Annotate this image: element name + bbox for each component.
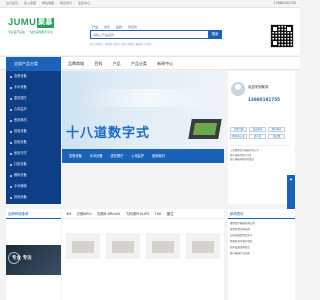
brand-tab[interactable]: 贝朗ARO bbox=[77, 212, 92, 216]
product-card[interactable] bbox=[146, 233, 180, 259]
notice-item[interactable]: 医疗器械网络销售备案 bbox=[230, 158, 290, 163]
section-title: 品牌商城推荐 bbox=[6, 209, 61, 219]
category-item[interactable]: 检验设备 bbox=[6, 126, 61, 137]
banner-headline: 十八道数字式 bbox=[66, 125, 151, 140]
quick-link[interactable]: 心电监护 bbox=[131, 154, 144, 158]
login-button[interactable]: 会员登录 bbox=[249, 127, 266, 132]
news-item[interactable]: 医疗器械行业动态 bbox=[230, 251, 293, 257]
brand-showcase: 3M 贝朗ARO 贝朗B.BRAUN 飞利浦PHILIPS TSK 捷生 bbox=[62, 209, 224, 300]
search-box: 搜索 bbox=[90, 30, 222, 39]
page: 设为首页 加入收藏 网站地图 联系我们 会员中心 13980191755 JUM… bbox=[0, 0, 300, 300]
find-brand-button[interactable]: 找品牌 bbox=[268, 134, 285, 139]
user-action-buttons: 立即注册 会员登录 发布询价 供应商入驻 找产品 找品牌 bbox=[230, 127, 290, 139]
category-item[interactable]: 医用耗材 bbox=[6, 115, 61, 126]
divider bbox=[230, 145, 290, 146]
supplier-join-button[interactable]: 供应商入驻 bbox=[230, 134, 247, 139]
brand-tab[interactable]: 捷生 bbox=[167, 212, 174, 216]
category-item[interactable]: 康复理疗 bbox=[6, 93, 61, 104]
category-item[interactable]: 口腔设备 bbox=[6, 159, 61, 170]
brand-tab[interactable]: 3M bbox=[66, 212, 71, 216]
product-card[interactable] bbox=[186, 233, 220, 259]
search-tab[interactable]: 供应商 bbox=[126, 24, 139, 29]
top-link[interactable]: 设为首页 bbox=[6, 1, 18, 5]
category-menu: 急救设备 手术设备 康复理疗 心电监护 医用耗材 检验设备 影像设备 医用光学 … bbox=[6, 71, 61, 204]
top-link[interactable]: 网站地图 bbox=[42, 1, 54, 5]
inquiry-button[interactable]: 发布询价 bbox=[268, 127, 285, 132]
brand-recommend-panel: 品牌商城推荐 专业 专注 bbox=[6, 209, 61, 300]
nav-item[interactable]: 产品分类 bbox=[131, 61, 147, 66]
welcome-text: 欢迎来到聚慕 bbox=[248, 85, 269, 89]
news-panel: 新闻资讯 聚慕医疗器械有限公司 医用耗材采购指南 如何选择医用监护仪 呼吸机日常… bbox=[228, 209, 295, 300]
header: JUMU聚慕 专业医疗设备 · 一站式采购服务平台 产品 资讯 品牌 供应商 搜… bbox=[0, 8, 300, 55]
hero-banner[interactable]: 十八道数字式 bbox=[62, 71, 224, 149]
user-actions: 立即注册 会员登录 发布询价 供应商入驻 找产品 找品牌 上海聚慕医疗器械有限公… bbox=[230, 127, 290, 163]
search-tab[interactable]: 产品 bbox=[90, 24, 100, 29]
search-tabs: 产品 资讯 品牌 供应商 bbox=[90, 24, 140, 29]
avatar bbox=[231, 82, 245, 96]
nav-items: 品牌商城 百科 产品 产品分类 新闻中心 bbox=[68, 57, 182, 71]
category-item[interactable]: 急救设备 bbox=[6, 71, 61, 82]
category-item[interactable]: 手术设备 bbox=[6, 82, 61, 93]
news-title: 新闻资讯 bbox=[228, 209, 295, 219]
brand-tabs: 3M 贝朗ARO 贝朗B.BRAUN 飞利浦PHILIPS TSK 捷生 bbox=[62, 209, 224, 219]
nav-item[interactable]: 百科 bbox=[94, 61, 102, 66]
quick-link[interactable]: 医用耗材 bbox=[152, 154, 165, 158]
quick-link[interactable]: 手术设备 bbox=[90, 154, 103, 158]
logo-tagline: 专业医疗设备 · 一站式采购服务平台 bbox=[8, 30, 53, 34]
search-button[interactable]: 搜索 bbox=[208, 30, 222, 39]
main-nav: 全部产品分类 品牌商城 百科 产品 产品分类 新闻中心 bbox=[0, 56, 300, 71]
category-item[interactable]: 手术器械 bbox=[6, 181, 61, 192]
category-item[interactable]: 眼科设备 bbox=[6, 170, 61, 181]
logo-badge: 聚慕 bbox=[37, 18, 54, 28]
nav-item[interactable]: 新闻中心 bbox=[157, 61, 173, 66]
logo[interactable]: JUMU 聚慕 专业医疗设备 · 一站式采购服务平台 bbox=[8, 16, 60, 36]
nav-item[interactable]: 产品 bbox=[113, 61, 121, 66]
category-item[interactable]: 心电监护 bbox=[6, 104, 61, 115]
promo-image[interactable]: 专业 专注 bbox=[6, 245, 61, 275]
top-bar: 设为首页 加入收藏 网站地图 联系我们 会员中心 13980191755 bbox=[0, 0, 300, 8]
quick-link[interactable]: 康复理疗 bbox=[111, 154, 124, 158]
online-chat-tab[interactable]: ● bbox=[287, 175, 295, 211]
banner-device-image bbox=[188, 119, 222, 139]
product-card[interactable] bbox=[66, 233, 100, 259]
brand-tab[interactable]: TSK bbox=[155, 212, 162, 216]
top-link[interactable]: 会员中心 bbox=[78, 1, 90, 5]
top-links: 设为首页 加入收藏 网站地图 联系我们 会员中心 bbox=[6, 1, 95, 5]
search-tab[interactable]: 资讯 bbox=[102, 24, 112, 29]
product-card[interactable] bbox=[106, 233, 140, 259]
find-product-button[interactable]: 找产品 bbox=[249, 134, 266, 139]
top-link[interactable]: 联系我们 bbox=[60, 1, 72, 5]
hot-keywords: 热门关键词：呼吸机 监护仪 超声 除颤仪 输液泵 注射泵 bbox=[90, 43, 152, 46]
top-phone: 13980191755 bbox=[273, 1, 296, 5]
quick-link[interactable]: 急救设备 bbox=[69, 154, 82, 158]
brand-tab[interactable]: 贝朗B.BRAUN bbox=[97, 212, 120, 216]
nav-item[interactable]: 品牌商城 bbox=[68, 61, 84, 66]
all-categories-button[interactable]: 全部产品分类 bbox=[6, 57, 61, 71]
news-list: 聚慕医疗器械有限公司 医用耗材采购指南 如何选择医用监护仪 呼吸机日常维护保养 … bbox=[228, 219, 295, 257]
register-button[interactable]: 立即注册 bbox=[230, 127, 247, 132]
user-panel: 欢迎来到聚慕 13980191755 立即注册 会员登录 发布询价 供应商入驻 … bbox=[228, 71, 295, 211]
logo-mark: JUMU 聚慕 bbox=[8, 17, 54, 28]
search-tab[interactable]: 品牌 bbox=[114, 24, 124, 29]
top-link[interactable]: 加入收藏 bbox=[24, 1, 36, 5]
quick-links-bar: 急救设备 手术设备 康复理疗 心电监护 医用耗材 bbox=[62, 149, 224, 163]
category-item[interactable]: 医用光学 bbox=[6, 148, 61, 159]
qr-code bbox=[270, 24, 294, 48]
promo-text: 专业 专注 bbox=[12, 256, 32, 261]
hotline-number: 13980191755 bbox=[248, 97, 281, 102]
banner-light-streak bbox=[82, 89, 212, 107]
brand-tab[interactable]: 飞利浦PHILIPS bbox=[125, 212, 149, 216]
search-input[interactable] bbox=[93, 32, 201, 38]
category-item[interactable]: 影像设备 bbox=[6, 137, 61, 148]
category-item[interactable]: 其他设备 bbox=[6, 192, 61, 203]
